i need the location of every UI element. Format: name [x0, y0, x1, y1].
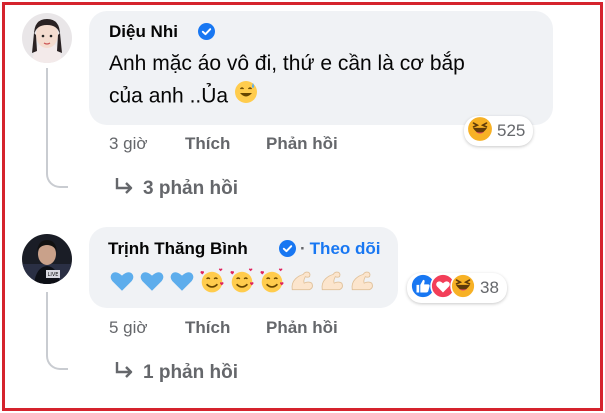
smiling-face-with-hearts-icon — [199, 268, 225, 299]
svg-text:LIVE: LIVE — [48, 272, 59, 278]
flexed-biceps-icon — [289, 268, 315, 299]
reply-button[interactable]: Phản hồi — [266, 134, 338, 154]
reply-arrow-icon — [113, 176, 135, 202]
like-button[interactable]: Thích — [185, 318, 230, 338]
separator-dot: · — [300, 239, 306, 258]
laugh-reaction-icon — [467, 116, 493, 147]
blue-heart-icon — [139, 268, 165, 299]
thread-line — [46, 68, 48, 168]
view-replies-button[interactable]: 3 phản hồi — [113, 176, 238, 202]
blue-heart-icon — [169, 268, 195, 299]
smiling-face-with-hearts-icon — [259, 268, 285, 299]
thread-line — [46, 292, 48, 350]
flexed-biceps-icon — [349, 268, 375, 299]
reaction-summary[interactable]: 38 — [407, 272, 507, 304]
view-replies-button[interactable]: 1 phản hồi — [113, 360, 238, 386]
verified-badge-icon — [279, 240, 296, 262]
follow-button[interactable]: · Theo dõi — [300, 239, 381, 259]
reaction-summary[interactable]: 525 — [464, 116, 534, 147]
comment-author[interactable]: Trịnh Thăng Bình — [108, 239, 248, 259]
reply-arrow-icon — [113, 360, 135, 386]
like-button[interactable]: Thích — [185, 134, 230, 154]
comment-text-line: của anh ..Ủa — [109, 84, 229, 108]
replies-count-label: 1 phản hồi — [143, 362, 238, 383]
replies-count-label: 3 phản hồi — [143, 178, 238, 199]
reaction-count: 525 — [497, 121, 526, 140]
blue-heart-icon — [109, 268, 135, 299]
comment-text-line: Anh mặc áo vô đi, thứ e cần là cơ bắp — [109, 52, 465, 75]
smiling-face-with-hearts-icon — [229, 268, 255, 299]
laugh-reaction-icon — [450, 272, 476, 304]
reaction-count: 38 — [480, 278, 499, 297]
comment-text: Anh mặc áo vô đi, thứ e cần là cơ bắp củ… — [109, 48, 465, 114]
verified-badge-icon — [198, 23, 215, 45]
flexed-biceps-icon — [319, 268, 345, 299]
reply-button[interactable]: Phản hồi — [266, 318, 338, 338]
follow-label: Theo dõi — [309, 239, 381, 258]
comment-emoji-row — [109, 268, 375, 299]
grinning-sweat-emoji-icon — [234, 80, 258, 114]
avatar[interactable]: LIVE — [22, 234, 72, 284]
comment-time[interactable]: 3 giờ — [109, 134, 148, 154]
comment-author[interactable]: Diệu Nhi — [109, 22, 178, 42]
comment-time[interactable]: 5 giờ — [109, 318, 148, 338]
avatar[interactable] — [22, 13, 72, 63]
